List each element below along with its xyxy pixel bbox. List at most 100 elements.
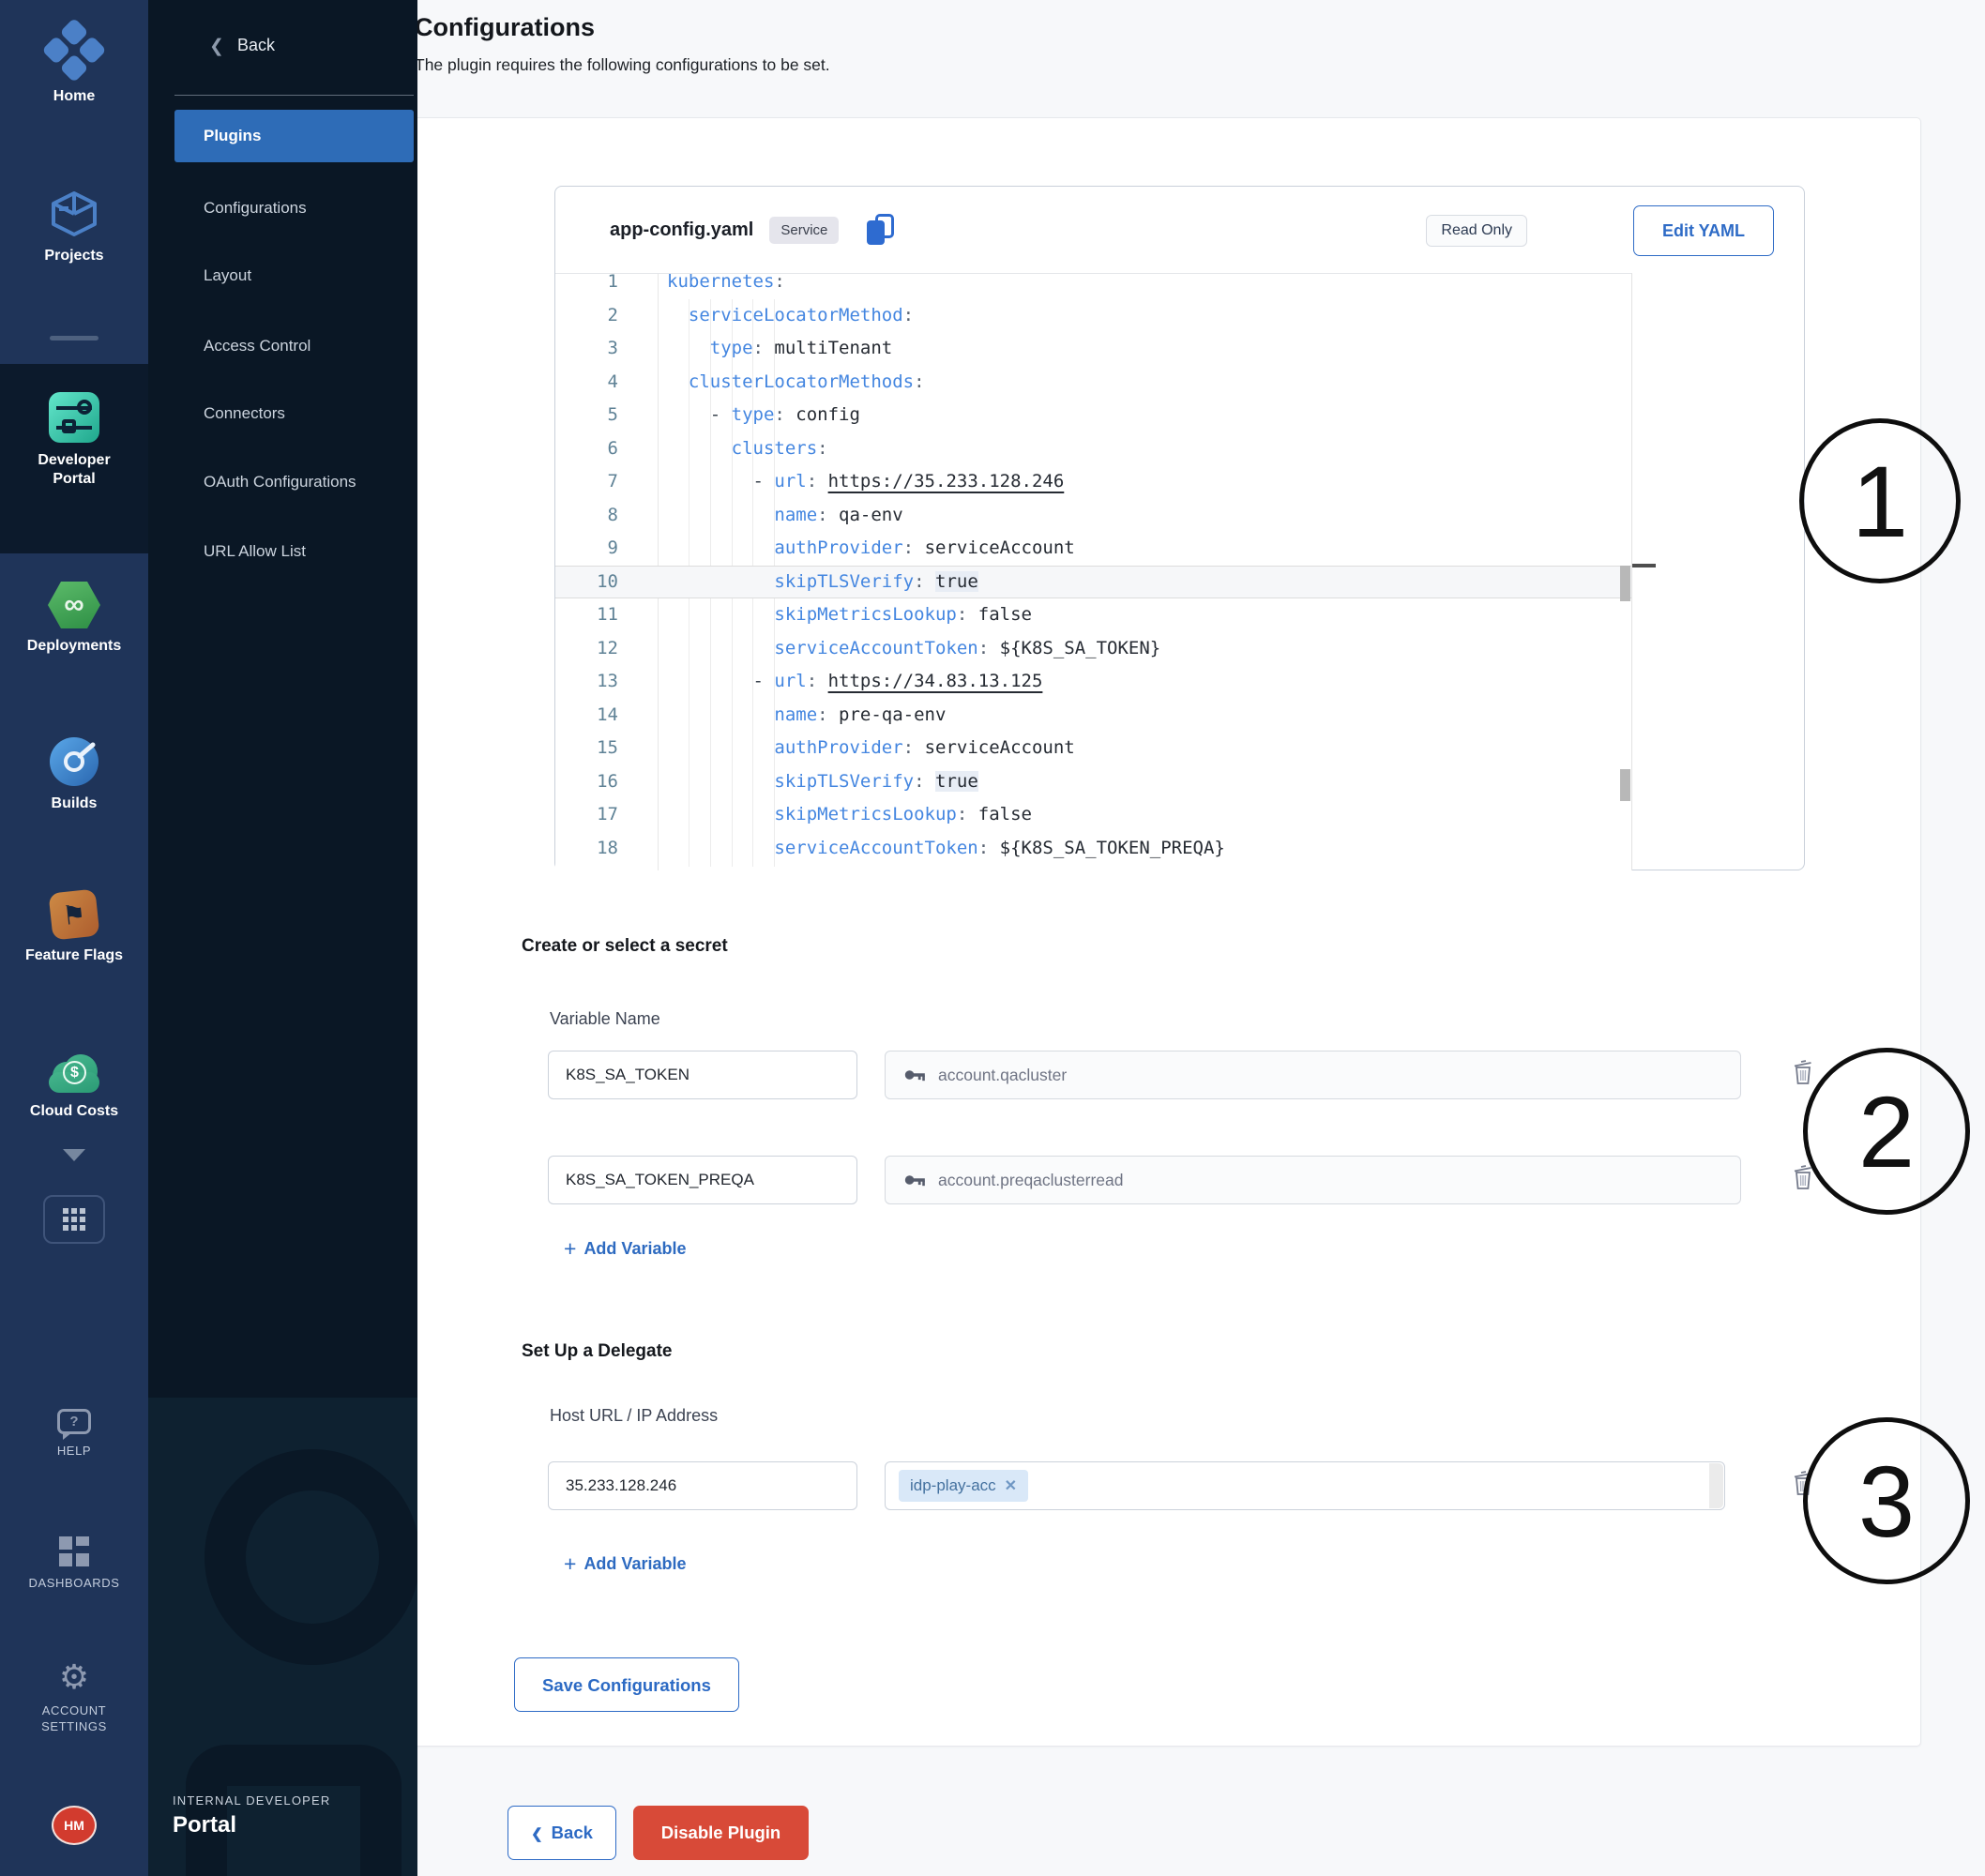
page-subtitle: The plugin requires the following config… bbox=[415, 55, 830, 75]
read-only-badge: Read Only bbox=[1426, 215, 1527, 247]
secret-selector[interactable]: account.qacluster bbox=[885, 1051, 1741, 1099]
rail-item-feature-flags[interactable]: ⚑ Feature Flags bbox=[0, 891, 148, 965]
secret-selector[interactable]: account.preqaclusterread bbox=[885, 1156, 1741, 1204]
module-picker-button[interactable] bbox=[0, 1195, 148, 1244]
user-avatar-button[interactable]: HM bbox=[0, 1806, 148, 1845]
line-number: 13 bbox=[555, 665, 649, 699]
host-url-label: Host URL / IP Address bbox=[550, 1406, 718, 1426]
service-badge: Service bbox=[769, 217, 839, 244]
scrollbar-thumb[interactable] bbox=[1620, 566, 1630, 601]
module-grid-icon bbox=[43, 1195, 105, 1244]
line-number: 14 bbox=[555, 699, 649, 733]
sidebar-item-access-control[interactable]: Access Control bbox=[148, 325, 417, 367]
delegate-section-heading: Set Up a Delegate bbox=[522, 1341, 673, 1362]
sidebar-divider bbox=[174, 95, 414, 96]
avatar: HM bbox=[52, 1806, 97, 1845]
gear-icon: ⚙ bbox=[59, 1660, 89, 1694]
save-configurations-button[interactable]: Save Configurations bbox=[514, 1657, 739, 1712]
yaml-line: 18 serviceAccountToken: ${K8S_SA_TOKEN_P… bbox=[555, 832, 1631, 866]
line-number: 15 bbox=[555, 732, 649, 765]
sidebar-item-plugins[interactable]: Plugins bbox=[174, 110, 414, 162]
key-icon bbox=[902, 1168, 927, 1192]
feature-flags-icon: ⚑ bbox=[49, 889, 100, 941]
rail-item-label: Home bbox=[53, 87, 95, 106]
line-number: 12 bbox=[555, 632, 649, 666]
sidebar-item-url-allow-list[interactable]: URL Allow List bbox=[148, 531, 417, 572]
disable-plugin-button[interactable]: Disable Plugin bbox=[633, 1806, 809, 1860]
annotation-circle-3: 3 bbox=[1803, 1417, 1970, 1584]
projects-cube-icon bbox=[48, 189, 100, 238]
yaml-line: 1kubernetes: bbox=[555, 273, 1631, 299]
tag-field-scrollbar[interactable] bbox=[1709, 1463, 1723, 1508]
add-variable-button[interactable]: + Add Variable bbox=[564, 1236, 686, 1262]
line-number: 4 bbox=[555, 366, 649, 400]
yaml-line: 10 skipTLSVerify: true bbox=[555, 566, 1631, 599]
host-url-input[interactable] bbox=[548, 1461, 857, 1510]
line-number: 18 bbox=[555, 832, 649, 866]
plus-icon: + bbox=[564, 1551, 576, 1577]
yaml-line: 8 name: qa-env bbox=[555, 499, 1631, 533]
yaml-code-viewer[interactable]: 1kubernetes:2 serviceLocatorMethod:3 typ… bbox=[555, 273, 1632, 870]
rail-item-label: Builds bbox=[52, 794, 98, 813]
rail-item-cloud-costs[interactable]: $ Cloud Costs bbox=[0, 1054, 148, 1121]
line-number: 9 bbox=[555, 532, 649, 566]
variable-name-input[interactable] bbox=[548, 1156, 857, 1204]
sidebar-item-layout[interactable]: Layout bbox=[148, 255, 417, 296]
yaml-line: 14 name: pre-qa-env bbox=[555, 699, 1631, 733]
rail-item-dashboards[interactable]: DASHBOARDS bbox=[0, 1536, 148, 1591]
variable-name-input[interactable] bbox=[548, 1051, 857, 1099]
rail-expand-toggle[interactable] bbox=[0, 1149, 148, 1161]
yaml-line: 2 serviceLocatorMethod: bbox=[555, 299, 1631, 333]
rail-item-help[interactable]: ? HELP bbox=[0, 1409, 148, 1459]
sidebar-item-configurations[interactable]: Configurations bbox=[148, 188, 417, 229]
sidebar-item-connectors[interactable]: Connectors bbox=[148, 393, 417, 434]
developer-portal-icon bbox=[49, 392, 99, 443]
delegate-tag-chip: idp-play-acc ✕ bbox=[899, 1470, 1028, 1502]
main-content: Configurations The plugin requires the f… bbox=[417, 0, 1985, 1876]
variable-name-label: Variable Name bbox=[550, 1009, 660, 1029]
back-button[interactable]: ❮Back bbox=[508, 1806, 616, 1860]
yaml-line: 11 skipMetricsLookup: false bbox=[555, 598, 1631, 632]
rail-item-label: ACCOUNTSETTINGS bbox=[41, 1702, 107, 1734]
rail-divider bbox=[50, 336, 98, 340]
builds-icon bbox=[50, 737, 98, 786]
yaml-editor-card: app-config.yaml Service Read Only Edit Y… bbox=[554, 186, 1805, 870]
copy-icon[interactable] bbox=[867, 214, 897, 246]
line-number: 11 bbox=[555, 598, 649, 632]
back-nav-link[interactable]: ❮ Back bbox=[148, 28, 417, 68]
plus-icon: + bbox=[564, 1236, 576, 1262]
rail-item-home[interactable]: Home bbox=[0, 28, 148, 106]
yaml-line: 12 serviceAccountToken: ${K8S_SA_TOKEN} bbox=[555, 632, 1631, 666]
scrollbar-thumb[interactable] bbox=[1620, 769, 1630, 801]
rail-item-account-settings[interactable]: ⚙ ACCOUNTSETTINGS bbox=[0, 1660, 148, 1734]
line-number: 17 bbox=[555, 798, 649, 832]
add-host-button[interactable]: + Add Variable bbox=[564, 1551, 686, 1577]
cloud-costs-icon: $ bbox=[45, 1054, 103, 1094]
remove-tag-icon[interactable]: ✕ bbox=[1005, 1476, 1017, 1495]
product-branding: INTERNAL DEVELOPER Portal bbox=[173, 1793, 331, 1838]
yaml-line: 6 clusters: bbox=[555, 432, 1631, 466]
rail-item-label: Feature Flags bbox=[25, 946, 123, 965]
rail-item-label: Projects bbox=[44, 247, 103, 265]
delegate-tags-field[interactable]: idp-play-acc ✕ bbox=[885, 1461, 1725, 1510]
yaml-line: 5 - type: config bbox=[555, 399, 1631, 432]
key-icon bbox=[902, 1063, 927, 1087]
line-number: 3 bbox=[555, 332, 649, 366]
rail-item-label: DeveloperPortal bbox=[23, 451, 126, 489]
rail-item-developer-portal[interactable]: DeveloperPortal bbox=[0, 392, 148, 489]
chevron-down-icon bbox=[63, 1149, 85, 1161]
sidebar-item-oauth-configurations[interactable]: OAuth Configurations bbox=[148, 461, 417, 503]
delete-variable-button[interactable] bbox=[1789, 1056, 1817, 1088]
page-title: Configurations bbox=[415, 13, 595, 42]
rail-item-deployments[interactable]: ∞ Deployments bbox=[0, 582, 148, 656]
rail-item-builds[interactable]: Builds bbox=[0, 737, 148, 813]
yaml-editor-header: app-config.yaml Service Read Only Edit Y… bbox=[555, 187, 1804, 273]
module-rail: Home Projects DeveloperPortal ∞ Deployme… bbox=[0, 0, 148, 1876]
line-number: 16 bbox=[555, 765, 649, 799]
configurations-card: app-config.yaml Service Read Only Edit Y… bbox=[414, 117, 1921, 1747]
sidebar-decor-ring bbox=[205, 1449, 417, 1665]
line-number: 6 bbox=[555, 432, 649, 466]
edit-yaml-button[interactable]: Edit YAML bbox=[1633, 205, 1774, 256]
rail-item-projects[interactable]: Projects bbox=[0, 189, 148, 265]
chevron-left-icon: ❮ bbox=[209, 36, 224, 57]
